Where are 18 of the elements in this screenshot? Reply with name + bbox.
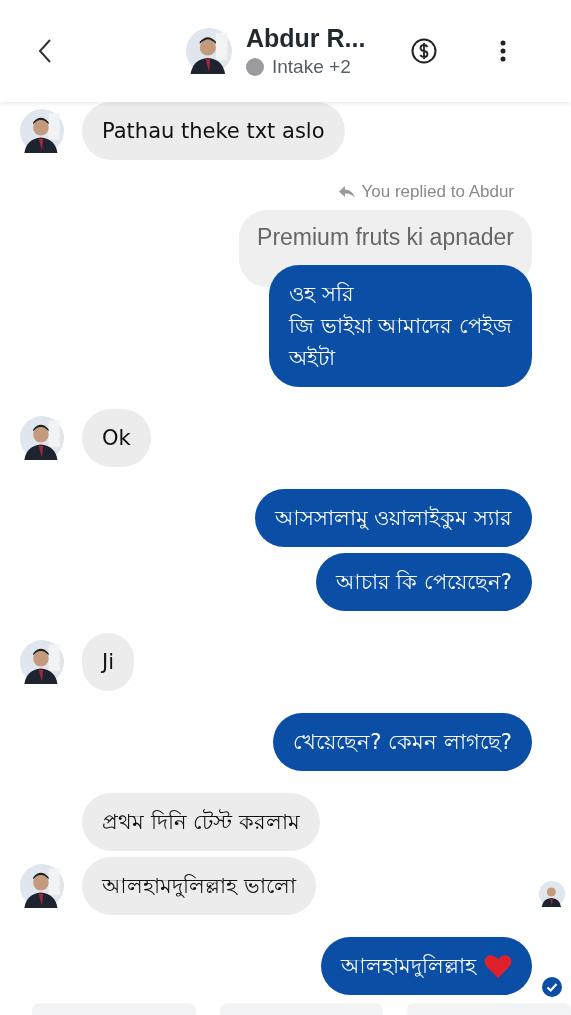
reply-icon bbox=[337, 185, 356, 199]
back-icon[interactable] bbox=[37, 38, 53, 64]
more-icon[interactable] bbox=[500, 40, 507, 62]
dollar-icon[interactable] bbox=[411, 38, 438, 64]
message-bubble: Ok bbox=[82, 409, 151, 467]
reply-label: You replied to Abdur bbox=[361, 182, 514, 202]
message-bubble: প্রথম দিনি টেস্ট করলাম bbox=[82, 793, 321, 851]
contact-name: Abdur R... bbox=[246, 24, 366, 53]
message-bubble: ওহ সরি জি ভাইয়া আমাদের পেইজ অইটা bbox=[268, 265, 532, 387]
message-bubble: খেয়েছেন? কেমন লাগছে? bbox=[273, 713, 532, 771]
message-bubble: আচার কি পেয়েছেন? bbox=[315, 553, 532, 611]
message-bubble: আলহামদুলিল্লাহ bbox=[321, 937, 532, 995]
message-bubble: আসসালামু ওয়ালাইকুম স্যার bbox=[254, 489, 532, 547]
message-bubble: Pathau theke txt aslo bbox=[82, 102, 345, 160]
message-bubble: আলহামদুলিল্লাহ ভালো bbox=[82, 857, 316, 915]
status-dot bbox=[246, 58, 264, 76]
message-bubble: Ji bbox=[82, 633, 135, 691]
contact-label: Intake +2 bbox=[272, 56, 351, 78]
